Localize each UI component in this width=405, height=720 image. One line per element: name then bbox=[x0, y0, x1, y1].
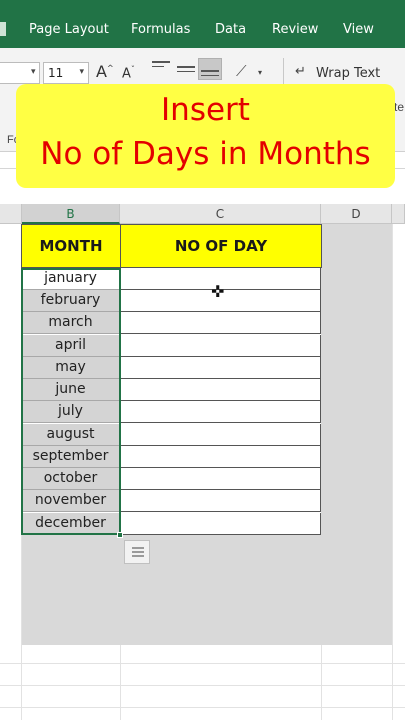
column-header-a[interactable] bbox=[0, 204, 22, 224]
cell-month-october[interactable]: october bbox=[22, 468, 120, 490]
cell-days[interactable] bbox=[120, 357, 321, 379]
tab-view[interactable]: View bbox=[343, 22, 374, 37]
fill-handle[interactable] bbox=[117, 532, 123, 538]
align-bottom-icon[interactable] bbox=[198, 58, 222, 80]
shaded-area-d bbox=[321, 224, 392, 535]
cell-days[interactable] bbox=[120, 468, 321, 490]
chevron-down-icon[interactable]: ▾ bbox=[258, 68, 262, 77]
cell-month-november[interactable]: november bbox=[22, 490, 120, 512]
cell-days[interactable] bbox=[120, 446, 321, 468]
ribbon-separator bbox=[283, 58, 284, 86]
orientation-icon[interactable]: ⟋ bbox=[236, 62, 247, 80]
tab-review[interactable]: Review bbox=[272, 22, 318, 37]
column-header-c[interactable]: C bbox=[120, 204, 321, 224]
cell-month-february[interactable]: february bbox=[22, 290, 120, 312]
increase-font-icon[interactable]: A^ bbox=[96, 62, 114, 81]
cell-days[interactable] bbox=[120, 490, 321, 512]
grid-line bbox=[392, 224, 393, 720]
align-middle-icon[interactable] bbox=[177, 66, 195, 82]
grid-line bbox=[120, 645, 121, 720]
tab-formulas[interactable]: Formulas bbox=[131, 22, 190, 37]
cell-days[interactable] bbox=[120, 513, 321, 535]
cell-days[interactable] bbox=[120, 335, 321, 357]
ribbon-tab-bar: Page Layout Formulas Data Review View bbox=[0, 0, 405, 48]
grid-line bbox=[0, 707, 405, 708]
cell-cursor-icon: ✜ bbox=[211, 284, 225, 301]
cell-month-july[interactable]: july bbox=[22, 401, 120, 423]
column-header-d[interactable]: D bbox=[321, 204, 392, 224]
cell-month-december[interactable]: december bbox=[22, 513, 120, 535]
cell-month-may[interactable]: may bbox=[22, 357, 120, 379]
tab-page-layout[interactable]: Page Layout bbox=[29, 22, 109, 37]
cell-month-june[interactable]: june bbox=[22, 379, 120, 401]
decrease-font-icon[interactable]: Aˇ bbox=[122, 65, 135, 81]
cell-month-april[interactable]: april bbox=[22, 335, 120, 357]
cell-month-january[interactable]: january bbox=[22, 268, 120, 290]
header-month[interactable]: MONTH bbox=[21, 224, 121, 268]
grid-line bbox=[321, 645, 322, 720]
wrap-text-button[interactable]: Wrap Text bbox=[316, 66, 380, 81]
cell-days[interactable] bbox=[120, 401, 321, 423]
grid-line bbox=[0, 685, 405, 686]
merge-center-partial[interactable]: te bbox=[394, 100, 404, 114]
banner-title-line1: Insert bbox=[161, 92, 250, 128]
tab-data[interactable]: Data bbox=[215, 22, 246, 37]
grid-line bbox=[0, 663, 405, 664]
banner-title-line2: No of Days in Months bbox=[40, 136, 371, 172]
title-banner: Insert No of Days in Months bbox=[16, 84, 395, 188]
column-header-b[interactable]: B bbox=[22, 204, 120, 224]
wrap-text-icon[interactable]: ↵ bbox=[295, 64, 306, 79]
align-top-icon[interactable] bbox=[152, 61, 170, 77]
chevron-down-icon[interactable]: ▾ bbox=[79, 67, 84, 77]
cell-month-august[interactable]: august bbox=[22, 424, 120, 446]
chevron-down-icon[interactable]: ▾ bbox=[31, 66, 36, 77]
font-size-value: 11 bbox=[48, 66, 64, 80]
column-header-e[interactable] bbox=[392, 204, 405, 224]
tab-file-partial[interactable] bbox=[0, 22, 6, 36]
cell-days[interactable] bbox=[120, 312, 321, 334]
cell-days[interactable] bbox=[120, 379, 321, 401]
shaded-area-lower bbox=[22, 535, 392, 645]
cell-month-march[interactable]: march bbox=[22, 312, 120, 334]
cell-days[interactable] bbox=[120, 424, 321, 446]
quick-analysis-icon[interactable] bbox=[124, 540, 150, 564]
cell-month-september[interactable]: september bbox=[22, 446, 120, 468]
font-size-dropdown[interactable]: 11 ▾ bbox=[43, 62, 89, 84]
header-no-of-day[interactable]: NO OF DAY bbox=[120, 224, 322, 268]
